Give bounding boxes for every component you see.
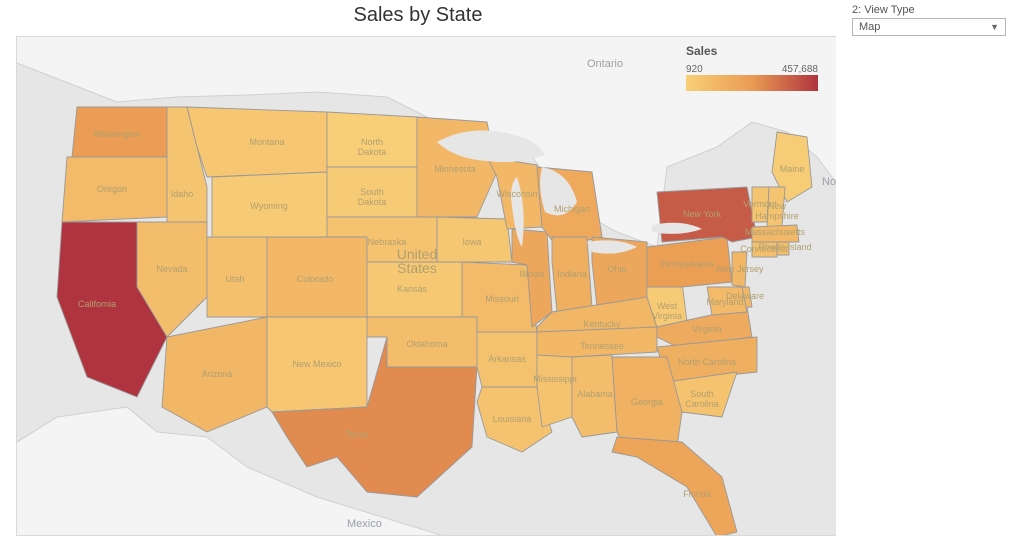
color-legend: Sales 920 457,688: [686, 44, 826, 91]
state-MD[interactable]: [707, 287, 747, 315]
state-ND[interactable]: [327, 112, 417, 167]
state-MT[interactable]: [187, 107, 327, 177]
view-type-selected: Map: [859, 21, 880, 33]
state-CO[interactable]: [267, 237, 367, 317]
state-AR[interactable]: [477, 332, 537, 387]
chevron-down-icon: ▼: [990, 22, 999, 32]
legend-min: 920: [686, 64, 703, 75]
state-NJ[interactable]: [732, 252, 747, 287]
view-type-control: 2: View Type Map ▼: [852, 4, 1006, 36]
view-type-label: 2: View Type: [852, 4, 1006, 16]
state-CT[interactable]: [752, 242, 777, 257]
legend-max: 457,688: [782, 64, 818, 75]
map-viz[interactable]: Ontario Nova Mexico UnitedStates Washing…: [16, 36, 836, 536]
state-NH[interactable]: [767, 187, 785, 227]
state-RI[interactable]: [777, 242, 789, 255]
state-AL[interactable]: [572, 355, 617, 437]
legend-title: Sales: [686, 44, 826, 58]
state-NM[interactable]: [267, 317, 367, 412]
state-KS[interactable]: [367, 262, 462, 317]
chart-title: Sales by State: [0, 4, 836, 27]
state-IA[interactable]: [437, 217, 512, 262]
state-MA[interactable]: [752, 225, 799, 242]
state-UT[interactable]: [207, 237, 267, 317]
state-IN[interactable]: [552, 237, 592, 312]
legend-gradient: [686, 75, 818, 91]
state-TN[interactable]: [537, 327, 657, 357]
state-OR[interactable]: [62, 157, 167, 222]
state-SD[interactable]: [327, 167, 417, 217]
state-VT[interactable]: [752, 187, 769, 222]
state-WY[interactable]: [212, 172, 327, 237]
view-type-dropdown[interactable]: Map ▼: [852, 18, 1006, 36]
